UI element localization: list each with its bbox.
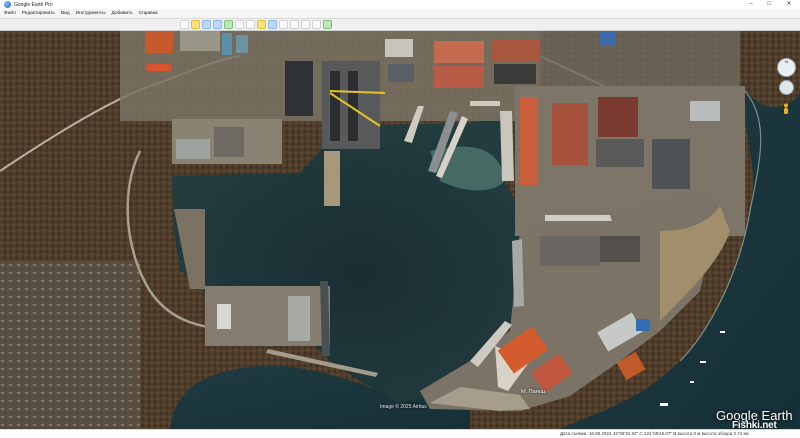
container-stack [222,33,232,55]
dark-roof-building [388,64,414,82]
sun-icon[interactable] [257,20,266,29]
toolbar [0,19,800,31]
place-label: М. Пагеш [521,389,546,395]
look-joystick-icon[interactable] [779,80,794,95]
toolbar-buttons [180,20,332,29]
polygon-icon[interactable] [202,20,211,29]
pier [324,151,340,206]
sidebar-toggle-icon[interactable] [180,20,189,29]
light-building [690,101,720,121]
red-roof-building [492,39,540,61]
email-icon[interactable] [290,20,299,29]
dock-slip [330,71,340,141]
window-title: Google Earth Pro [14,1,53,8]
dark-roof-building [494,64,536,84]
path-icon[interactable] [213,20,222,29]
satellite-imagery [0,31,800,429]
menu-help[interactable]: Справка [139,11,158,16]
dark-hangar [285,61,313,116]
yard-building [540,236,600,266]
compass-ring-icon[interactable]: N [777,58,796,77]
light-roof-building [385,39,413,57]
small-boat [720,331,725,333]
warehouse [180,31,220,51]
north-indicator: N [785,59,788,64]
red-tanks [146,64,172,71]
blue-roof-building [600,31,616,46]
close-button[interactable]: ✕ [782,0,796,9]
menu-add[interactable]: Добавить [112,11,133,16]
docked-ship [512,239,524,307]
maximize-button[interactable]: □ [762,0,776,9]
google-earth-app-icon [4,1,11,8]
small-boat [700,361,706,363]
small-boat [690,381,694,383]
pegman-icon[interactable] [781,103,791,115]
yard-building [600,236,640,262]
record-tour-icon[interactable] [235,20,244,29]
industrial-ne [540,31,740,91]
warehouse [214,127,244,157]
satellite-map-view[interactable]: N [0,31,800,429]
container-stack [236,35,248,53]
menu-edit[interactable]: Редактировать [22,11,55,16]
small-boat [660,403,668,406]
planets-icon[interactable] [268,20,277,29]
dark-hall [596,139,644,167]
red-hall [552,103,588,165]
warehouse [288,296,310,341]
blue-roof-building [636,319,650,331]
red-roof-building [434,66,484,88]
dark-hall [652,139,690,189]
minimize-button[interactable]: – [744,0,758,9]
menu-bar: Файл Редактировать Вид Инструменты Добав… [0,9,800,19]
red-roof-building [434,41,484,63]
imagery-credit: Image © 2025 Airbus [380,404,427,410]
ruler-icon[interactable] [279,20,288,29]
red-roof-building [145,31,173,53]
save-image-icon[interactable] [312,20,321,29]
docked-ship [545,215,612,221]
view-in-maps-icon[interactable] [323,20,332,29]
menu-tools[interactable]: Инструменты [76,11,106,16]
image-overlay-icon[interactable] [224,20,233,29]
navigation-controls: N [776,58,798,128]
coordinates-readout: Дата съемки: 16.09.2024 43°06'31.92" С 1… [560,431,749,436]
residential-area [0,261,140,429]
print-icon[interactable] [301,20,310,29]
red-hall [520,97,538,185]
placemark-icon[interactable] [191,20,200,29]
white-building [217,304,231,329]
dark-red-hall [598,97,638,137]
warehouse [176,139,210,159]
docked-ship [470,101,500,106]
menu-view[interactable]: Вид [61,11,70,16]
historical-imagery-icon[interactable] [246,20,255,29]
docked-ship [500,111,514,181]
menu-file[interactable]: Файл [4,11,16,16]
